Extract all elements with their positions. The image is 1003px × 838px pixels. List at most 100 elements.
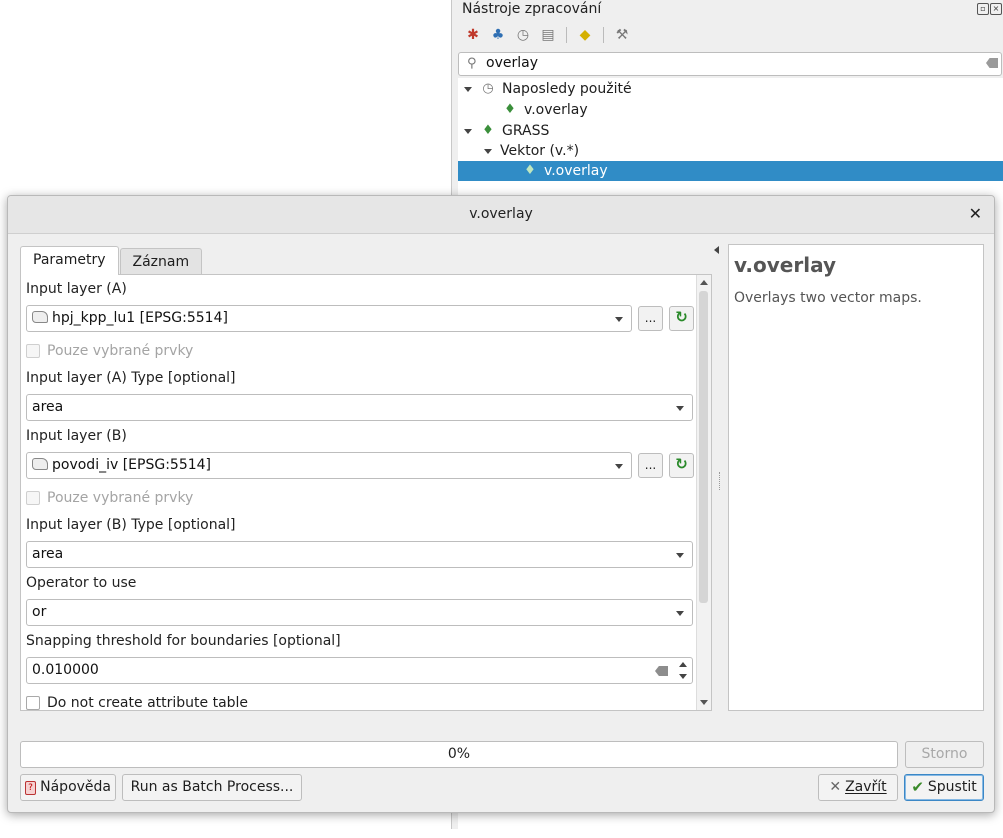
input-b-label: Input layer (B) (26, 428, 127, 444)
close-panel-icon[interactable]: × (990, 3, 1002, 15)
input-b-combo[interactable]: povodi_iv [EPSG:5514] (26, 452, 632, 479)
scrollbar-thumb[interactable] (699, 291, 708, 603)
spin-up-icon[interactable] (679, 662, 687, 667)
tree-item-label: v.overlay (544, 163, 608, 179)
close-icon[interactable]: ✕ (969, 204, 982, 223)
expand-arrow-icon[interactable] (464, 86, 472, 92)
parameters-scrollbar[interactable] (696, 275, 711, 710)
results-document-icon[interactable]: ▤ (539, 26, 557, 44)
checkbox-box[interactable] (26, 344, 40, 358)
clear-value-icon[interactable] (655, 666, 668, 676)
toolbox-window-buttons: ▫ × (977, 3, 1002, 15)
tree-item-recent[interactable]: ◷ Naposledy použité (464, 79, 632, 99)
batch-button-label: Run as Batch Process... (130, 779, 294, 795)
toolbar-separator (603, 27, 604, 43)
grass-icon: ♦ (504, 102, 516, 117)
operator-label: Operator to use (26, 575, 137, 591)
checkbox-label: Pouze vybrané prvky (47, 490, 194, 506)
dialog-titlebar[interactable]: v.overlay ✕ (8, 196, 994, 234)
input-a-type-label: Input layer (A) Type [optional] (26, 370, 236, 386)
close-button[interactable]: ✕ Zavřít (818, 774, 898, 801)
checkbox-box[interactable] (26, 491, 40, 505)
algorithm-dialog: v.overlay ✕ Parametry Záznam Input layer… (7, 195, 995, 813)
toolbox-search-box[interactable]: ⚲ (458, 52, 1002, 76)
tree-item-recent-voverlay[interactable]: ♦ v.overlay (502, 100, 587, 120)
help-panel: v.overlay Overlays two vector maps. (728, 244, 984, 711)
checkbox-label: Pouze vybrané prvky (47, 343, 194, 359)
clock-icon: ◷ (482, 81, 494, 96)
expand-arrow-icon[interactable] (464, 128, 472, 134)
dialog-title: v.overlay (469, 206, 533, 222)
input-b-type-combo[interactable]: area (26, 541, 693, 568)
snap-value: 0.010000 (32, 662, 99, 678)
chevron-down-icon[interactable] (615, 464, 623, 469)
input-a-combo[interactable]: hpj_kpp_lu1 [EPSG:5514] (26, 305, 632, 332)
help-button[interactable]: ? Nápověda (20, 774, 116, 801)
search-icon: ⚲ (467, 56, 477, 71)
dialog-tabs: Parametry Záznam (20, 246, 203, 275)
close-button-label: Zavřít (845, 779, 887, 795)
edit-tag-icon[interactable]: ◆ (576, 26, 594, 44)
toolbar-separator (566, 27, 567, 43)
tree-item-label: Vektor (v.*) (500, 143, 580, 159)
scroll-down-icon[interactable] (700, 700, 708, 705)
clear-search-icon[interactable] (986, 58, 998, 68)
models-gear-icon[interactable]: ✱ (464, 26, 482, 44)
python-icon[interactable]: ♣ (489, 26, 507, 44)
history-clock-icon[interactable]: ◷ (514, 26, 532, 44)
input-b-type-label: Input layer (B) Type [optional] (26, 517, 236, 533)
batch-process-button[interactable]: Run as Batch Process... (122, 774, 302, 801)
grass-icon: ♦ (482, 123, 494, 138)
input-a-type-value: area (32, 399, 64, 415)
input-b-value-wrap: povodi_iv [EPSG:5514] (32, 457, 211, 473)
toolbox-search-input[interactable] (486, 55, 966, 71)
collapse-help-icon[interactable] (714, 246, 719, 254)
tree-item-label: Naposledy použité (502, 81, 632, 97)
input-a-selected-only-checkbox[interactable]: Pouze vybrané prvky (26, 343, 193, 359)
input-b-browse-button[interactable]: ... (638, 453, 663, 478)
close-x-icon: ✕ (829, 779, 842, 795)
cancel-button[interactable]: Storno (905, 741, 984, 768)
snap-threshold-spinbox[interactable]: 0.010000 (26, 657, 693, 684)
polygon-layer-icon (32, 311, 48, 323)
tree-item-voverlay-selected[interactable]: ♦ v.overlay (458, 161, 1003, 181)
input-b-type-value: area (32, 546, 64, 562)
tree-item-vector[interactable]: Vektor (v.*) (484, 141, 579, 161)
expand-arrow-icon[interactable] (484, 148, 492, 154)
input-b-selected-only-checkbox[interactable]: Pouze vybrané prvky (26, 490, 193, 506)
toolbox-toolbar: ✱ ♣ ◷ ▤ ◆ ⚒ (464, 26, 631, 44)
scroll-up-icon[interactable] (700, 280, 708, 285)
tree-item-grass[interactable]: ♦ GRASS (464, 121, 549, 141)
float-panel-icon[interactable]: ▫ (977, 3, 989, 15)
help-button-label: Nápověda (40, 779, 111, 795)
input-a-browse-button[interactable]: ... (638, 306, 663, 331)
progress-bar: 0% (20, 741, 898, 768)
input-a-type-combo[interactable]: area (26, 394, 693, 421)
spin-arrows[interactable] (677, 660, 689, 681)
input-b-iterate-icon[interactable]: ↻ (669, 453, 694, 478)
options-wrench-icon[interactable]: ⚒ (613, 26, 631, 44)
run-button[interactable]: ✔ Spustit (904, 774, 984, 801)
chevron-down-icon[interactable] (615, 317, 623, 322)
checkbox-label: Do not create attribute table (47, 695, 249, 710)
chevron-down-icon[interactable] (676, 553, 684, 558)
run-icon: ✔ (911, 778, 924, 796)
parameters-scroll-area: Input layer (A) hpj_kpp_lu1 [EPSG:5514] … (21, 275, 697, 710)
spin-down-icon[interactable] (679, 674, 687, 679)
grass-icon: ♦ (524, 163, 536, 178)
tab-zaznam[interactable]: Záznam (119, 248, 203, 275)
toolbox-title: Nástroje zpracování (462, 1, 602, 17)
operator-value: or (32, 604, 47, 620)
no-attribute-table-checkbox[interactable]: Do not create attribute table (26, 695, 248, 710)
input-b-value: povodi_iv [EPSG:5514] (52, 457, 211, 473)
input-a-iterate-icon[interactable]: ↻ (669, 306, 694, 331)
input-a-label: Input layer (A) (26, 281, 127, 297)
chevron-down-icon[interactable] (676, 611, 684, 616)
checkbox-box[interactable] (26, 696, 40, 710)
chevron-down-icon[interactable] (676, 406, 684, 411)
tab-parametry[interactable]: Parametry (20, 246, 119, 275)
operator-combo[interactable]: or (26, 599, 693, 626)
splitter-handle[interactable] (719, 472, 722, 490)
input-a-value: hpj_kpp_lu1 [EPSG:5514] (52, 310, 228, 326)
input-a-value-wrap: hpj_kpp_lu1 [EPSG:5514] (32, 310, 228, 326)
